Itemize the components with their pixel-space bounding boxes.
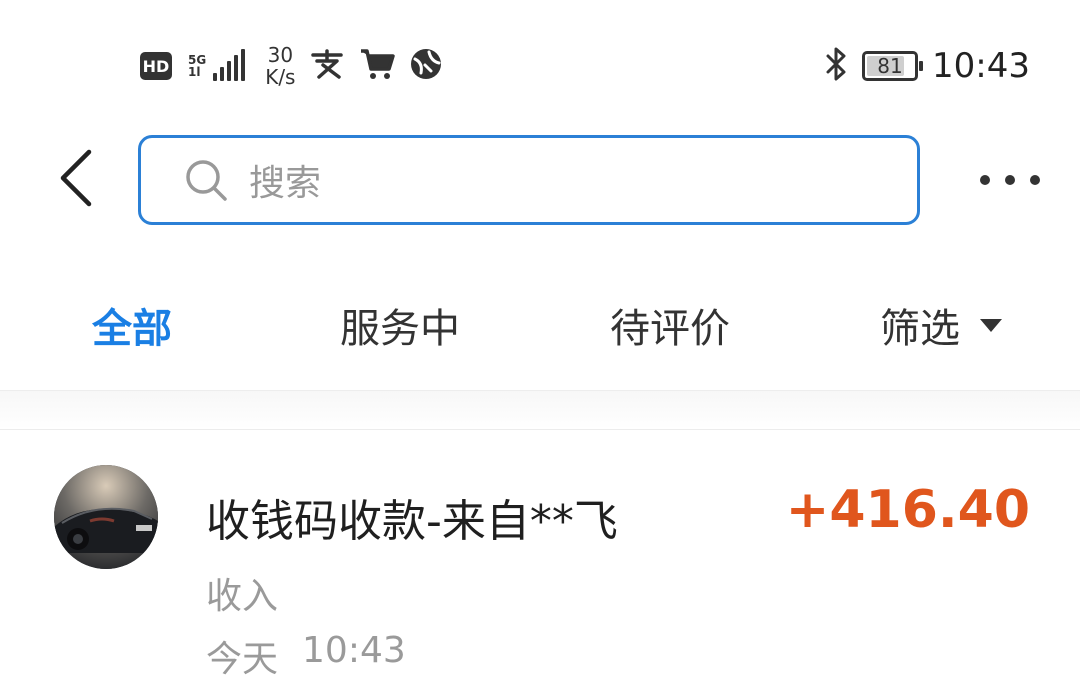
cart-icon	[359, 47, 396, 85]
signal-strength-icon: 5G 1l	[188, 49, 246, 81]
search-icon	[183, 156, 231, 204]
signal-bar	[241, 49, 246, 81]
transaction-date: 今天	[206, 639, 279, 680]
status-time: 10:43	[932, 46, 1030, 86]
tab-pending-review[interactable]: 待评价	[610, 285, 730, 365]
status-right: 81 10:43	[824, 40, 1030, 92]
globe-icon	[409, 47, 443, 85]
back-button[interactable]	[40, 140, 110, 220]
avatar	[54, 465, 158, 569]
status-bar: HD 5G 1l 30 K/s 81 10:43	[0, 0, 1080, 120]
network-type: 5G 1l	[188, 54, 206, 78]
battery-icon: 81	[862, 51, 924, 81]
transaction-item[interactable]: 收钱码收款-来自**飞 +416.40 收入 今天 10:43	[0, 430, 1080, 695]
tab-all[interactable]: 全部	[92, 285, 172, 365]
bluetooth-icon	[824, 46, 848, 86]
filter-tabs: 全部 服务中 待评价 筛选	[0, 285, 1080, 365]
network-speed: 30 K/s	[265, 44, 295, 88]
signal-bar	[213, 73, 218, 81]
speed-unit: K/s	[265, 65, 296, 89]
caret-down-icon	[980, 318, 1002, 332]
search-placeholder: 搜索	[249, 163, 322, 204]
hd-badge: HD	[140, 52, 172, 80]
transaction-type: 收入	[206, 576, 279, 617]
more-dots-icon[interactable]	[980, 155, 1040, 205]
network-sub-label: 1l	[188, 65, 201, 79]
status-left: HD 5G 1l 30 K/s	[140, 40, 443, 92]
tab-filter-label: 筛选	[880, 306, 960, 352]
header: 搜索	[0, 130, 1080, 230]
transaction-title: 收钱码收款-来自**飞	[206, 496, 618, 547]
battery-level: 81	[877, 54, 903, 78]
transaction-datetime: 今天 10:43	[206, 630, 406, 682]
screen: HD 5G 1l 30 K/s 81 10:43 搜索 全部 服务中 待评价 筛…	[0, 0, 1080, 695]
search-input[interactable]: 搜索	[138, 135, 920, 225]
speed-value: 30	[267, 43, 294, 67]
chevron-left-icon	[55, 146, 95, 214]
signal-bar	[234, 55, 239, 81]
transaction-time: 10:43	[302, 630, 406, 671]
signal-bar	[227, 61, 232, 81]
alipay-icon	[309, 49, 345, 83]
dot	[1005, 175, 1015, 185]
transaction-amount: +416.40	[785, 480, 1030, 540]
section-separator	[0, 391, 1080, 429]
dot	[980, 175, 990, 185]
dot	[1030, 175, 1040, 185]
tab-in-service[interactable]: 服务中	[340, 285, 460, 365]
signal-bar	[220, 67, 225, 81]
tab-filter[interactable]: 筛选	[880, 285, 1002, 365]
